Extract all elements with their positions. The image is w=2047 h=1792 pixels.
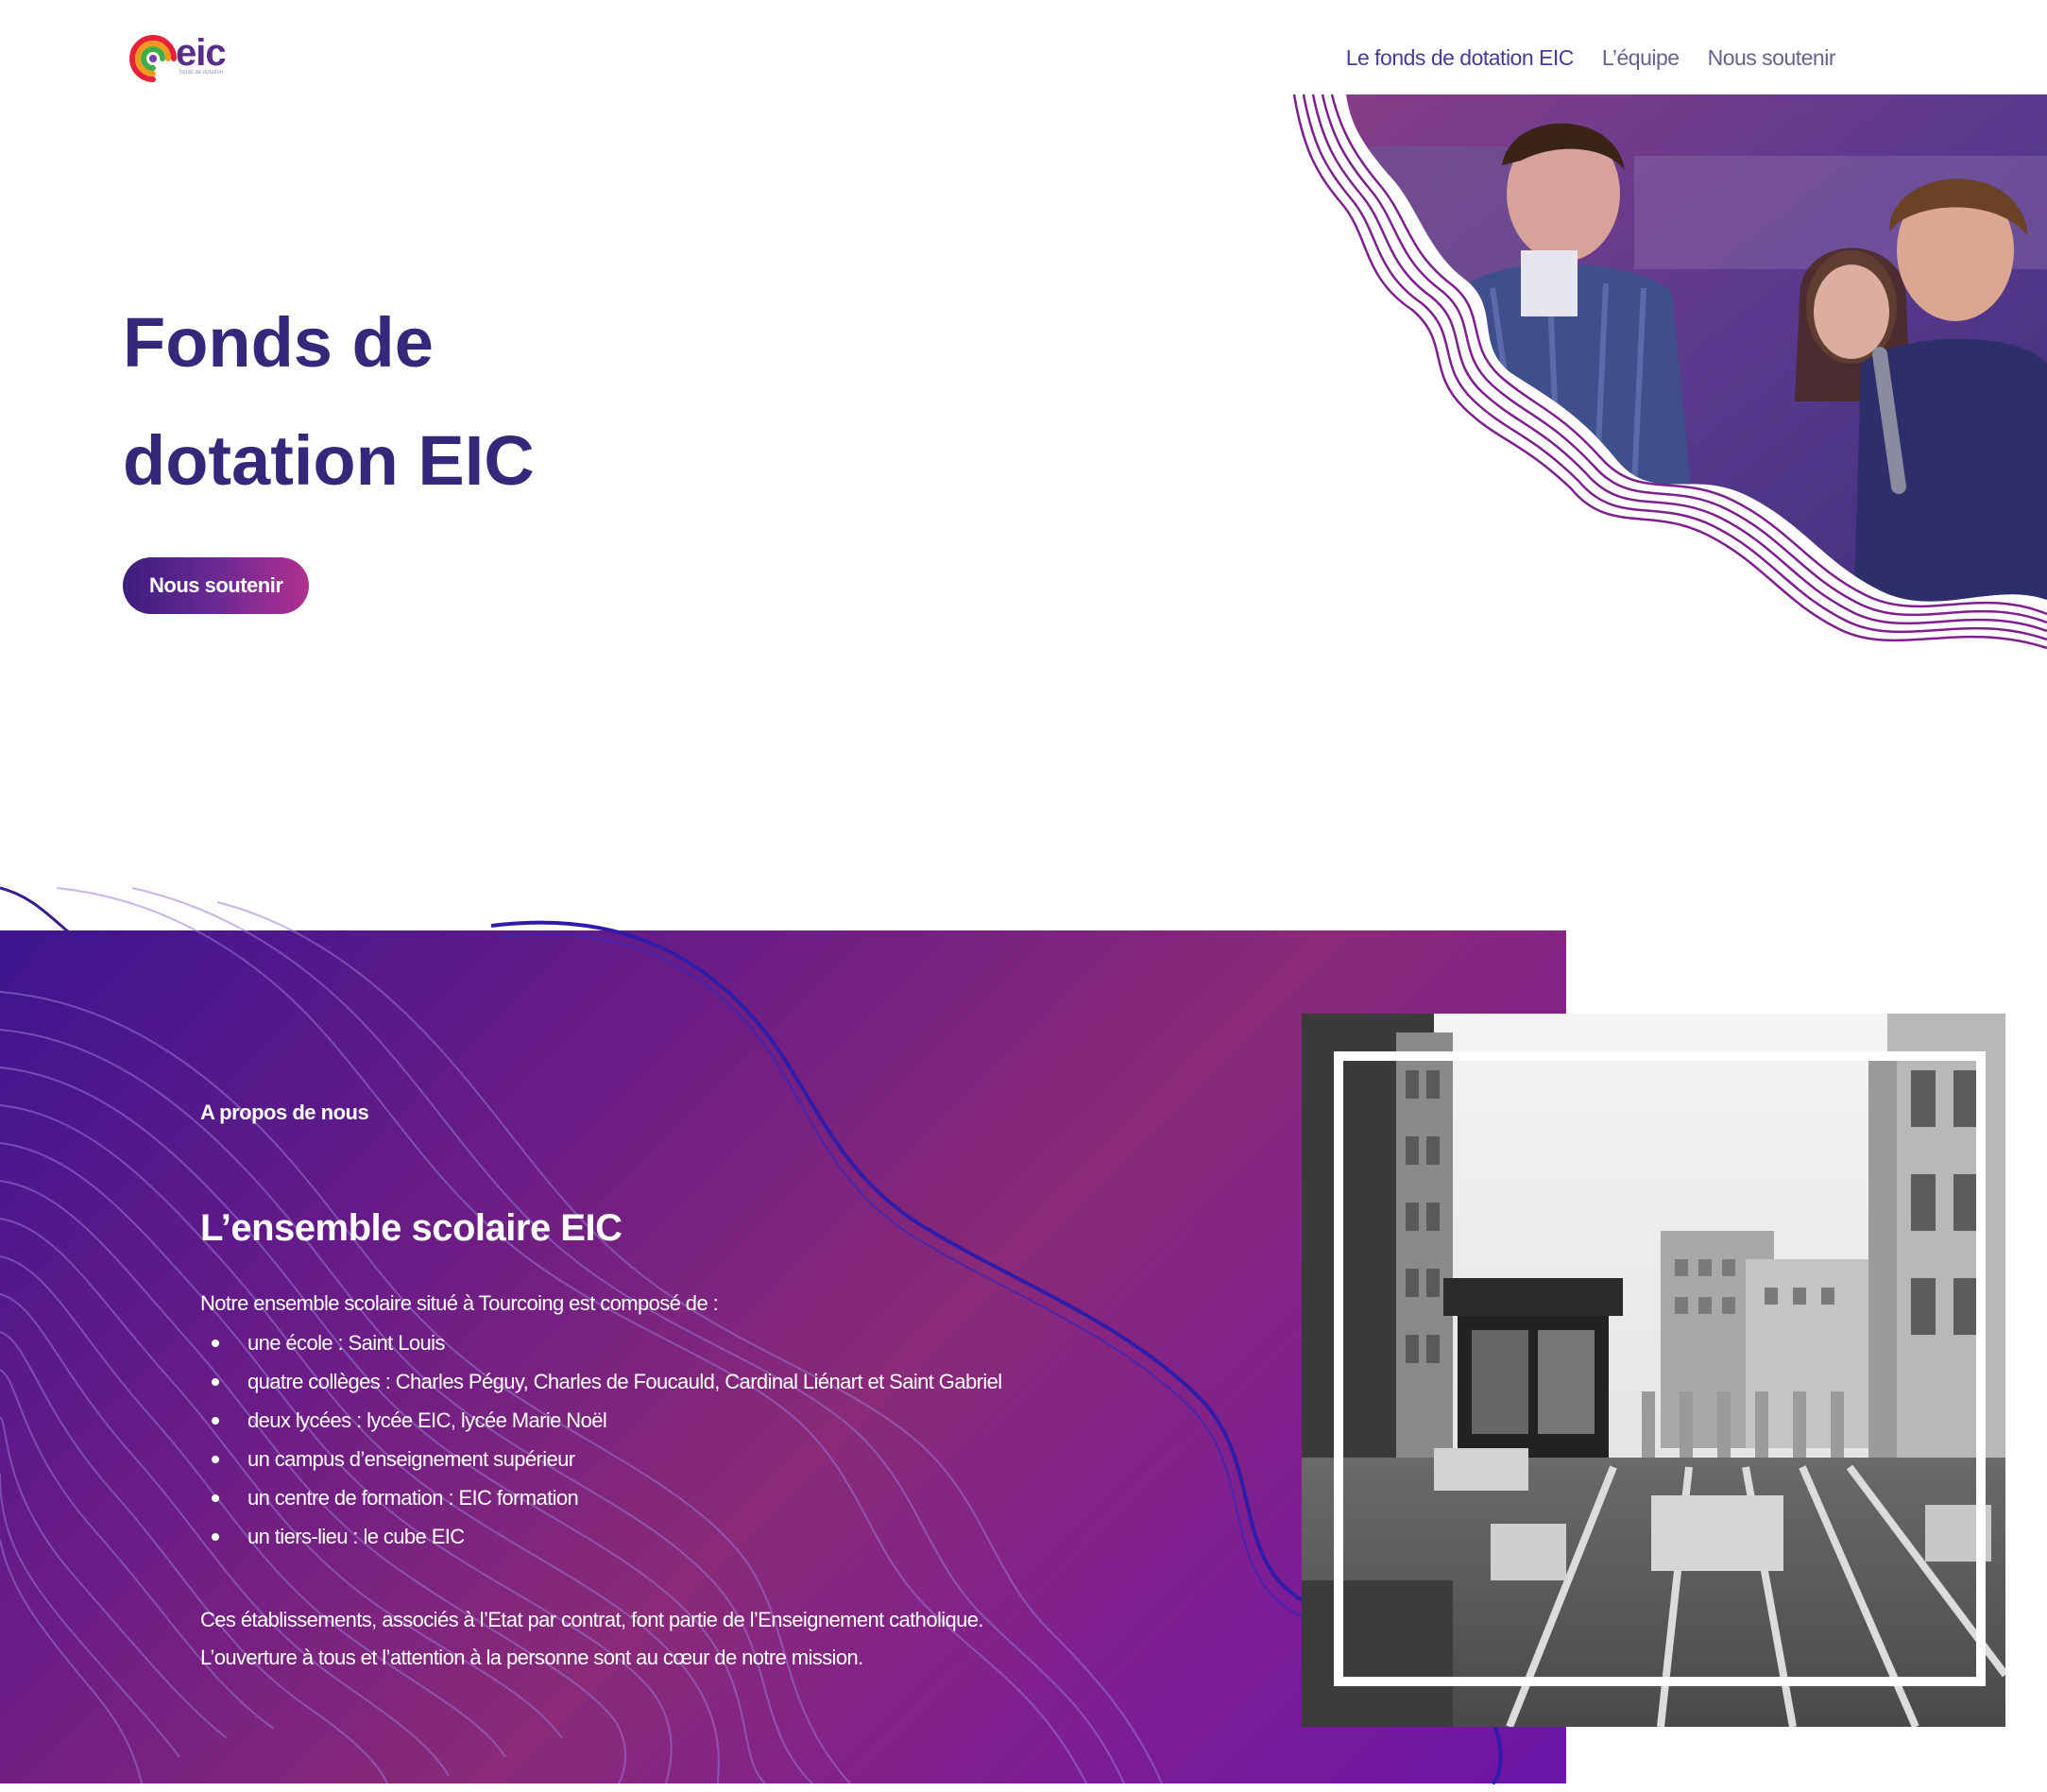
list-item: un centre de formation : EIC formation <box>212 1478 1002 1517</box>
list-item: quatre collèges : Charles Péguy, Charles… <box>212 1362 1002 1401</box>
logo-swirl-icon <box>129 35 177 82</box>
nav-link-fonds-de-dotation[interactable]: Le fonds de dotation EIC <box>1346 45 1575 71</box>
site-header: eic fonds de dotation Le fonds de dotati… <box>0 0 2047 104</box>
nav-link-nous-soutenir[interactable]: Nous soutenir <box>1708 45 1836 71</box>
campus-photo <box>1302 1014 2005 1727</box>
list-item: une école : Saint Louis <box>212 1323 1002 1362</box>
nous-soutenir-button[interactable]: Nous soutenir <box>123 557 310 614</box>
page-title: Fonds de dotation EIC <box>123 303 535 500</box>
about-intro: Notre ensemble scolaire situé à Tourcoin… <box>200 1291 719 1315</box>
main-nav: Le fonds de dotation EIC L’équipe Nous s… <box>1346 45 1836 71</box>
list-item: un tiers-lieu : le cube EIC <box>212 1517 1002 1556</box>
nav-link-equipe[interactable]: L’équipe <box>1602 45 1680 71</box>
about-eyebrow: A propos de nous <box>200 1101 369 1124</box>
about-outro-line-1: Ces établissements, associés à l’Etat pa… <box>200 1608 984 1631</box>
logo-subtext: fonds de dotation <box>179 70 224 76</box>
eic-logo[interactable]: eic fonds de dotation <box>125 30 238 87</box>
about-title: L’ensemble scolaire EIC <box>200 1207 623 1249</box>
photo-frame <box>1334 1051 1986 1686</box>
list-item: deux lycées : lycée EIC, lycée Marie Noë… <box>212 1401 1002 1440</box>
about-outro: Ces établissements, associés à l’Etat pa… <box>200 1601 1145 1677</box>
establishments-list: une école : Saint Louis quatre collèges … <box>200 1323 1002 1556</box>
about-outro-line-2: L’ouverture à tous et l’attention à la p… <box>200 1646 863 1669</box>
logo-wordmark: eic <box>176 32 227 74</box>
hero-students-photo <box>1275 90 2047 694</box>
list-item: un campus d’enseignement supérieur <box>212 1440 1002 1478</box>
